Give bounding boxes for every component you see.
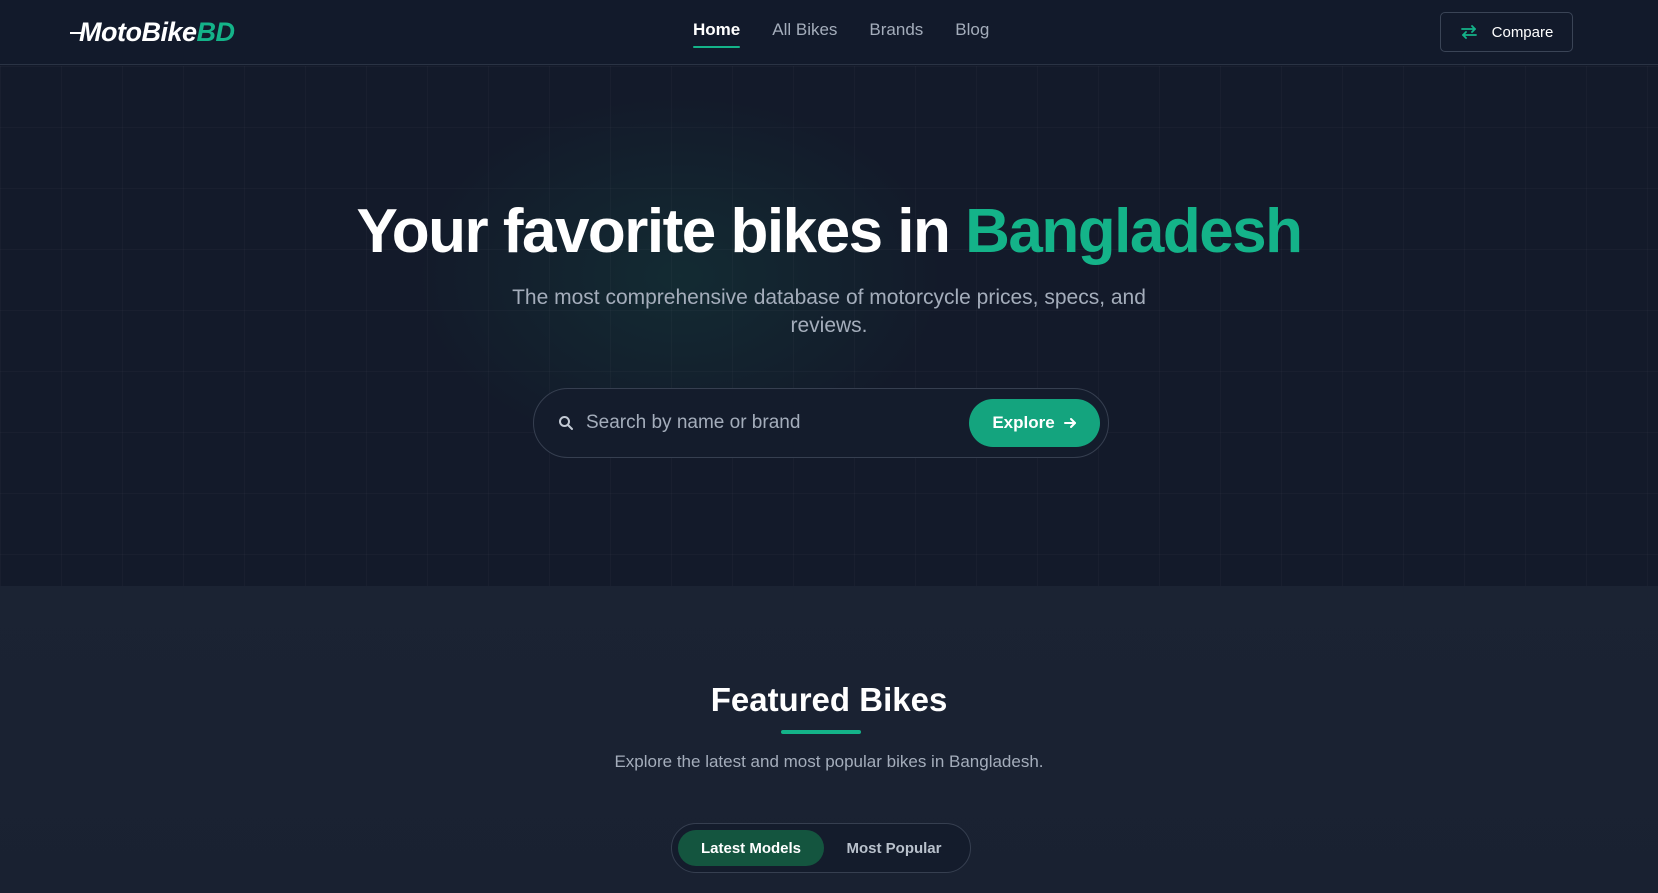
featured-section: Featured Bikes Explore the latest and mo…: [0, 586, 1658, 893]
arrow-right-icon: [1063, 416, 1077, 430]
nav-link-blog[interactable]: Blog: [955, 20, 989, 48]
nav-link-home[interactable]: Home: [693, 20, 741, 48]
site-header: MotoBike BD Home All Bikes Brands Blog C…: [0, 0, 1658, 65]
featured-subtitle: Explore the latest and most popular bike…: [614, 752, 1044, 771]
nav-link-brands[interactable]: Brands: [869, 20, 923, 48]
compare-button-label: Compare: [1491, 23, 1554, 41]
featured-tabs: Latest Models Most Popular: [671, 823, 971, 873]
logo-text-main: MotoBike: [79, 16, 197, 47]
compare-button[interactable]: Compare: [1440, 12, 1573, 52]
logo-text-accent: BD: [196, 16, 236, 47]
nav-link-all-bikes[interactable]: All Bikes: [772, 20, 837, 48]
search-bar: Explore: [533, 388, 1109, 458]
hero-title-accent: Bangladesh: [965, 197, 1303, 266]
hero-section: Your favorite bikes in Bangladesh The mo…: [0, 66, 1658, 586]
explore-button-label: Explore: [992, 413, 1055, 432]
featured-title: Featured Bikes: [710, 681, 948, 718]
featured-title-underline: [781, 730, 861, 734]
logo-speed-line: [70, 32, 82, 34]
site-logo[interactable]: MotoBike BD: [70, 16, 235, 48]
hero-title-main: Your favorite bikes in: [356, 197, 950, 266]
tab-latest-models[interactable]: Latest Models: [678, 830, 824, 866]
search-icon: [558, 415, 574, 431]
hero-subtitle: The most comprehensive database of motor…: [512, 286, 1146, 337]
hero-title: Your favorite bikes in Bangladesh: [0, 196, 1658, 267]
main-nav: Home All Bikes Brands Blog: [693, 20, 989, 50]
explore-button[interactable]: Explore: [969, 399, 1100, 447]
tab-most-popular[interactable]: Most Popular: [822, 830, 966, 866]
arrows-swap-icon: [1460, 25, 1478, 39]
search-input[interactable]: [586, 405, 976, 441]
